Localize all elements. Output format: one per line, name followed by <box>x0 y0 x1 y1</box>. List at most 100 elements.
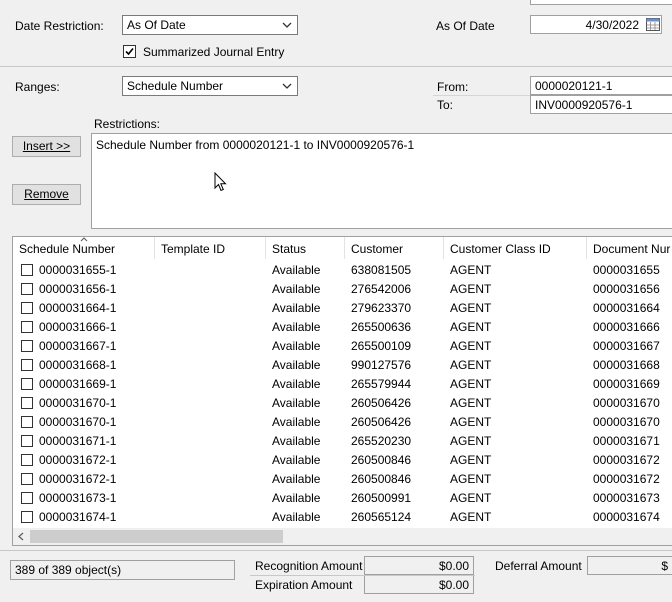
row-checkbox[interactable] <box>21 264 33 276</box>
ranges-value: Schedule Number <box>127 79 224 93</box>
top-partial-field <box>530 0 672 5</box>
date-restriction-select[interactable]: As Of Date <box>122 15 298 35</box>
table-row[interactable]: 0000031668-1 Available 990127576 AGENT 00000… <box>13 356 672 375</box>
recognition-amount-label: Recognition Amount <box>255 559 363 573</box>
calendar-icon[interactable] <box>646 18 660 31</box>
cell-customer: 260506426 <box>351 415 412 429</box>
cell-customer-class-id: AGENT <box>450 263 492 277</box>
horizontal-scrollbar[interactable] <box>13 528 672 545</box>
cell-document-number: 0000031655 <box>593 263 660 277</box>
cell-customer: 990127576 <box>351 358 412 372</box>
scroll-left-icon[interactable] <box>17 532 25 541</box>
table-row[interactable]: 0000031672-1 Available 260500846 AGENT 00000… <box>13 451 672 470</box>
cell-document-number: 0000031670 <box>593 396 660 410</box>
table-row[interactable]: 0000031655-1 Available 638081505 AGENT 00000… <box>13 261 672 280</box>
column-header-customer[interactable]: Customer <box>345 237 444 259</box>
cell-status: Available <box>272 339 321 353</box>
row-checkbox[interactable] <box>21 511 33 523</box>
ranges-label: Ranges: <box>15 80 60 94</box>
cell-customer-class-id: AGENT <box>450 472 492 486</box>
table-row[interactable]: 0000031669-1 Available 265579944 AGENT 00000… <box>13 375 672 394</box>
row-checkbox[interactable] <box>21 454 33 466</box>
summarized-checkbox[interactable] <box>123 45 136 58</box>
cell-schedule-number: 0000031672-1 <box>39 453 117 467</box>
cell-customer-class-id: AGENT <box>450 434 492 448</box>
expiration-amount-value: $0.00 <box>364 575 474 594</box>
column-header-template-id[interactable]: Template ID <box>155 237 266 259</box>
cell-document-number: 0000031669 <box>593 377 660 391</box>
cell-status: Available <box>272 434 321 448</box>
table-row[interactable]: 0000031666-1 Available 265500636 AGENT 00000… <box>13 318 672 337</box>
table-row[interactable]: 0000031674-1 Available 260565124 AGENT 00000… <box>13 508 672 527</box>
remove-button[interactable]: Remove <box>12 184 81 205</box>
row-checkbox[interactable] <box>21 435 33 447</box>
cell-status: Available <box>272 358 321 372</box>
to-value: INV0000920576-1 <box>535 98 633 112</box>
cell-status: Available <box>272 301 321 315</box>
ranges-select[interactable]: Schedule Number <box>122 76 298 96</box>
restrictions-box[interactable]: Schedule Number from 0000020121-1 to INV… <box>91 133 672 229</box>
from-field[interactable]: 0000020121-1 <box>530 76 672 95</box>
column-header-document-number[interactable]: Document Nur <box>587 237 672 259</box>
cell-schedule-number: 0000031655-1 <box>39 263 117 277</box>
remove-button-label: Remove <box>24 187 69 201</box>
row-checkbox[interactable] <box>21 359 33 371</box>
chevron-down-icon <box>282 22 292 28</box>
row-checkbox[interactable] <box>21 321 33 333</box>
table-row[interactable]: 0000031670-1 Available 260506426 AGENT 00000… <box>13 394 672 413</box>
cell-schedule-number: 0000031668-1 <box>39 358 117 372</box>
cell-schedule-number: 0000031656-1 <box>39 282 117 296</box>
scroll-thumb[interactable] <box>30 530 283 543</box>
row-checkbox[interactable] <box>21 283 33 295</box>
cell-customer: 260565124 <box>351 510 412 524</box>
table-row[interactable]: 0000031656-1 Available 276542006 AGENT 00000… <box>13 280 672 299</box>
cell-customer-class-id: AGENT <box>450 377 492 391</box>
from-value: 0000020121-1 <box>535 79 613 93</box>
cell-document-number: 0000031673 <box>593 491 660 505</box>
restriction-entry[interactable]: Schedule Number from 0000020121-1 to INV… <box>96 138 414 152</box>
as-of-date-field[interactable]: 4/30/2022 <box>530 15 662 34</box>
cell-document-number: 0000031666 <box>593 320 660 334</box>
row-checkbox[interactable] <box>21 397 33 409</box>
cell-customer-class-id: AGENT <box>450 339 492 353</box>
column-header-customer-class-id[interactable]: Customer Class ID <box>444 237 587 259</box>
column-header-status[interactable]: Status <box>266 237 345 259</box>
insert-button[interactable]: Insert >> <box>12 136 81 157</box>
cell-customer-class-id: AGENT <box>450 491 492 505</box>
footer-amount-divider <box>250 575 475 576</box>
divider <box>0 66 672 67</box>
table-row[interactable]: 0000031673-1 Available 260500991 AGENT 00000… <box>13 489 672 508</box>
table-row[interactable]: 0000031670-1 Available 260506426 AGENT 00000… <box>13 413 672 432</box>
column-header-schedule-number[interactable]: Schedule Number <box>13 237 155 259</box>
cell-customer-class-id: AGENT <box>450 415 492 429</box>
cell-document-number: 0000031674 <box>593 510 660 524</box>
cell-schedule-number: 0000031670-1 <box>39 396 117 410</box>
cell-customer: 265579944 <box>351 377 412 391</box>
cell-status: Available <box>272 472 321 486</box>
cell-document-number: 0000031668 <box>593 358 660 372</box>
row-checkbox[interactable] <box>21 492 33 504</box>
row-checkbox[interactable] <box>21 416 33 428</box>
cell-status: Available <box>272 282 321 296</box>
cell-customer-class-id: AGENT <box>450 301 492 315</box>
row-checkbox[interactable] <box>21 340 33 352</box>
table-row[interactable]: 0000031664-1 Available 279623370 AGENT 00000… <box>13 299 672 318</box>
row-checkbox[interactable] <box>21 302 33 314</box>
cell-status: Available <box>272 377 321 391</box>
cell-status: Available <box>272 453 321 467</box>
recognition-amount-value: $0.00 <box>364 556 474 575</box>
chevron-down-icon <box>282 83 292 89</box>
row-checkbox[interactable] <box>21 378 33 390</box>
row-checkbox[interactable] <box>21 473 33 485</box>
to-field[interactable]: INV0000920576-1 <box>530 95 672 114</box>
table-row[interactable]: 0000031671-1 Available 265520230 AGENT 00000… <box>13 432 672 451</box>
schedule-grid[interactable]: Schedule Number Template ID Status Custo… <box>12 236 672 546</box>
as-of-date-value: 4/30/2022 <box>585 18 639 32</box>
cell-schedule-number: 0000031674-1 <box>39 510 117 524</box>
cell-customer: 260506426 <box>351 396 412 410</box>
table-row[interactable]: 0000031667-1 Available 265500109 AGENT 00000… <box>13 337 672 356</box>
date-restriction-label: Date Restriction: <box>15 19 104 33</box>
cell-customer: 265500636 <box>351 320 412 334</box>
cell-customer: 279623370 <box>351 301 412 315</box>
table-row[interactable]: 0000031672-1 Available 260500846 AGENT 00000… <box>13 470 672 489</box>
